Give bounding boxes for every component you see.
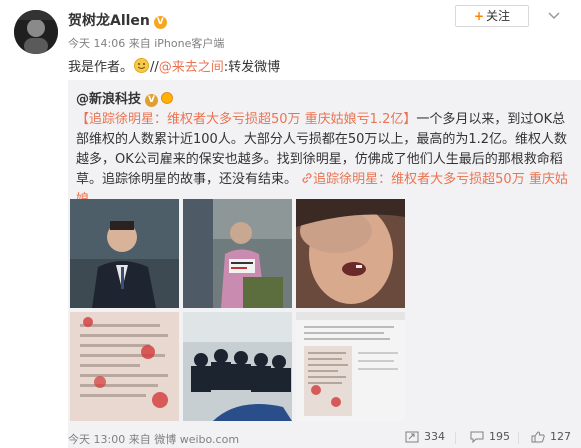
repost-meta: 今天 13:00 来自 微博 weibo.com (68, 433, 240, 446)
post-source[interactable]: iPhone客户端 (154, 37, 224, 50)
plus-icon: + (473, 9, 485, 23)
repost-source[interactable]: 微博 weibo.com (154, 433, 239, 446)
verified-v-icon: V (145, 94, 159, 107)
photo-4-document-stamps[interactable] (70, 312, 179, 421)
repost-action[interactable]: 334 (405, 430, 445, 443)
thumbs-up-icon (531, 430, 545, 442)
link-icon (301, 172, 313, 187)
photo-1-man-in-suit[interactable] (70, 199, 179, 308)
post-footer: 今天 13:00 来自 微博 weibo.com 334 195 127 (0, 430, 581, 448)
photo-6-document-screenshot[interactable] (296, 312, 405, 421)
comment-action[interactable]: 195 (470, 430, 510, 443)
source-prefix: 来自 (128, 37, 151, 50)
repost-title-link[interactable]: 【追踪徐明星：维权者大多亏损超50万 重庆姑娘亏1.2亿】 (76, 112, 416, 127)
mention-link[interactable]: @来去之间 (159, 60, 224, 75)
photo-5-security-guards[interactable] (183, 312, 292, 421)
divider (518, 432, 519, 444)
repost-author[interactable]: @新浪科技 V (76, 88, 174, 107)
follow-button[interactable]: + 关注 (455, 5, 529, 27)
divider (455, 432, 456, 444)
author-avatar[interactable] (14, 10, 58, 54)
repost-card: @新浪科技 V 【追踪徐明星：维权者大多亏损超50万 重庆姑娘亏1.2亿】一个多月… (68, 80, 581, 448)
photo-2-elderly-woman-sign[interactable] (183, 199, 292, 308)
post-meta: 今天 14:06 来自 iPhone客户端 (68, 35, 224, 51)
repost-icon (405, 431, 419, 442)
verified-v-icon: V (153, 16, 167, 29)
post-text: 我是作者。//@来去之间:转发微博 (68, 58, 281, 75)
comment-icon (470, 431, 484, 443)
repost-body: 【追踪徐明星：维权者大多亏损超50万 重庆姑娘亏1.2亿】一个多月以来，到过OK… (76, 110, 574, 210)
like-action[interactable]: 127 (531, 430, 571, 443)
photo-3-crying-woman[interactable] (296, 199, 405, 308)
chevron-down-icon[interactable] (548, 12, 560, 20)
gold-badge-icon (161, 92, 173, 104)
post-time[interactable]: 今天 14:06 (68, 37, 125, 50)
author-name[interactable]: 贺树龙Allen V (68, 10, 167, 30)
repost-time[interactable]: 今天 13:00 (68, 433, 125, 446)
smile-emoji-icon (134, 58, 150, 73)
